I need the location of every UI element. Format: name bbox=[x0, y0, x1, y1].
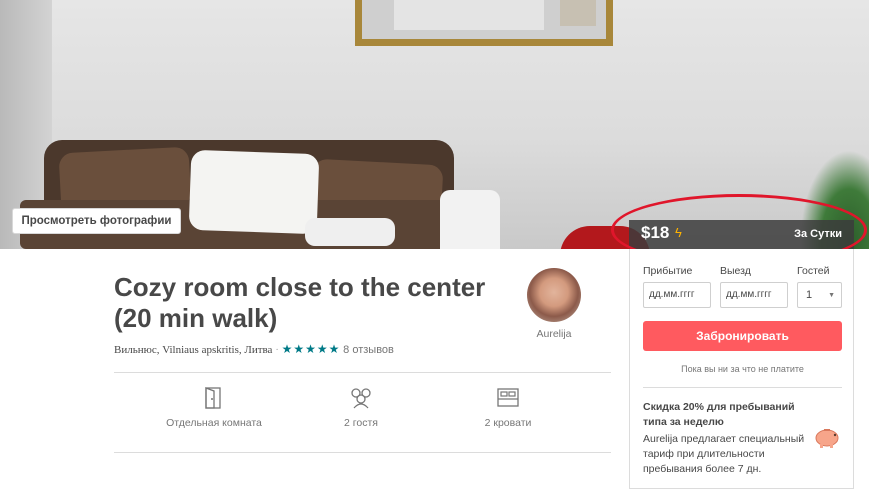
checkin-date-input[interactable]: дд.мм.гггг bbox=[643, 282, 711, 308]
bed-icon bbox=[497, 388, 519, 407]
book-button[interactable]: Забронировать bbox=[643, 321, 842, 351]
amenity-label: Отдельная комната bbox=[166, 417, 262, 429]
photo-mirror bbox=[355, 0, 613, 46]
photo-sofa-arm bbox=[440, 190, 500, 249]
door-icon bbox=[205, 387, 221, 409]
guests-icon bbox=[351, 388, 371, 409]
promo-title: Скидка 20% для пребываний типа за неделю bbox=[643, 401, 795, 428]
amenity-label: 2 гостя bbox=[344, 417, 378, 429]
reviews-link[interactable]: 8 отзывов bbox=[343, 344, 394, 356]
guests-select[interactable]: 1 ▼ bbox=[797, 282, 842, 308]
amenity-room-type: Отдельная комната bbox=[159, 386, 269, 431]
host-name[interactable]: Aurelija bbox=[527, 328, 581, 340]
photo-pillow bbox=[305, 218, 395, 246]
host-avatar[interactable] bbox=[527, 268, 581, 322]
listing-title: Cozy room close to the center (20 min wa… bbox=[114, 272, 486, 333]
chevron-down-icon: ▼ bbox=[828, 292, 835, 299]
divider bbox=[114, 372, 611, 373]
guests-label: Гостей bbox=[797, 265, 830, 277]
amenity-label: 2 кровати bbox=[484, 417, 532, 429]
divider bbox=[114, 452, 611, 453]
no-charge-note: Пока вы ни за что не платите bbox=[681, 364, 804, 374]
photo-pillow bbox=[188, 149, 320, 235]
view-photos-button[interactable]: Просмотреть фотографии bbox=[12, 208, 181, 234]
piggy-bank-icon bbox=[815, 429, 839, 448]
amenity-beds: 2 кровати bbox=[453, 386, 563, 431]
guests-value: 1 bbox=[806, 289, 813, 301]
checkin-label: Прибытие bbox=[643, 265, 693, 277]
checkout-date-input[interactable]: дд.мм.гггг bbox=[720, 282, 788, 308]
amenity-guests: 2 гостя bbox=[306, 386, 416, 431]
promo-text: Aurelija предлагает специальный тариф пр… bbox=[643, 433, 805, 475]
listing-location[interactable]: Вильнюс, Vilniaus apskritis, Литва bbox=[114, 344, 272, 356]
listing-location-line: Вильнюс, Vilniaus apskritis, Литва · ★★★… bbox=[114, 342, 394, 356]
divider bbox=[643, 387, 842, 388]
checkout-label: Выезд bbox=[720, 265, 751, 277]
star-rating: ★★★★★ bbox=[281, 342, 341, 356]
